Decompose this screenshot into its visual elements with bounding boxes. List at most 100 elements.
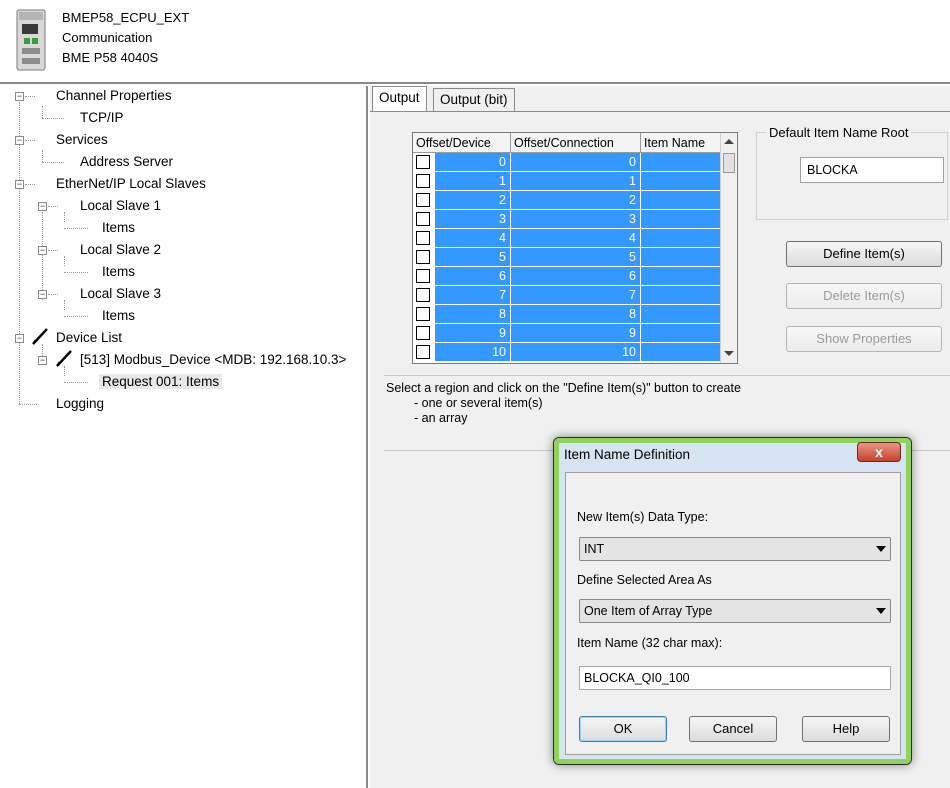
offset-connection-cell[interactable]: 0 [511, 153, 641, 172]
item-name-cell[interactable] [641, 324, 721, 343]
help-button[interactable]: Help [802, 716, 890, 742]
item-name-cell[interactable] [641, 172, 721, 191]
default-item-name-root-input[interactable]: BLOCKA [800, 157, 944, 183]
offset-connection-cell[interactable]: 3 [511, 210, 641, 229]
row-checkbox[interactable] [416, 250, 430, 264]
row-checkbox[interactable] [416, 231, 430, 245]
row-checkbox[interactable] [416, 307, 430, 321]
scroll-down-icon[interactable] [724, 351, 734, 356]
collapse-toggle-local-slaves[interactable]: − [15, 180, 24, 189]
table-row[interactable]: 10 10 [413, 343, 721, 362]
tree-item-request-001[interactable]: Request 001: Items [99, 372, 223, 392]
tree-item-address-server[interactable]: Address Server [80, 152, 173, 172]
item-name-cell[interactable] [641, 191, 721, 210]
offset-connection-cell[interactable]: 7 [511, 286, 641, 305]
offset-connection-cell[interactable]: 6 [511, 267, 641, 286]
tree-item-device-list[interactable]: Device List [56, 328, 122, 348]
item-name-cell[interactable] [641, 343, 721, 362]
tree-item-local-slave-1-items[interactable]: Items [102, 218, 135, 238]
tab-output-bit[interactable]: Output (bit) [433, 88, 515, 112]
collapse-toggle-local-slave-1[interactable]: − [38, 202, 47, 211]
row-checkbox[interactable] [416, 193, 430, 207]
close-icon[interactable]: x [857, 442, 901, 462]
scroll-up-icon[interactable] [724, 139, 734, 144]
offset-device-cell[interactable]: 8 [435, 305, 511, 324]
offset-connection-cell[interactable]: 8 [511, 305, 641, 324]
table-row[interactable]: 99 [413, 324, 721, 343]
scrollbar-thumb[interactable] [723, 153, 735, 173]
tree-item-logging[interactable]: Logging [56, 394, 104, 414]
item-name-cell[interactable] [641, 267, 721, 286]
tree-item-modbus-device[interactable]: [513] Modbus_Device <MDB: 192.168.10.3> [80, 350, 346, 370]
item-name-cell[interactable] [641, 286, 721, 305]
item-name-cell[interactable] [641, 153, 721, 172]
offset-device-cell[interactable]: 4 [435, 229, 511, 248]
column-header-offset-device[interactable]: Offset/Device [413, 133, 511, 153]
table-row[interactable]: 22 [413, 191, 721, 210]
offset-connection-cell[interactable]: 2 [511, 191, 641, 210]
row-checkbox[interactable] [416, 269, 430, 283]
row-checkbox[interactable] [416, 345, 430, 359]
item-name-cell[interactable] [641, 210, 721, 229]
row-checkbox[interactable] [416, 326, 430, 340]
table-row[interactable]: 11 [413, 172, 721, 191]
offset-device-cell[interactable]: 7 [435, 286, 511, 305]
ok-button[interactable]: OK [579, 716, 667, 742]
item-name-cell[interactable] [641, 248, 721, 267]
table-row[interactable]: 00 [413, 153, 721, 172]
tree-item-local-slave-2-items[interactable]: Items [102, 262, 135, 282]
tree-item-local-slave-2[interactable]: Local Slave 2 [80, 240, 161, 260]
column-header-offset-connection[interactable]: Offset/Connection [511, 133, 641, 153]
row-checkbox[interactable] [416, 174, 430, 188]
table-row[interactable]: 33 [413, 210, 721, 229]
item-name-input[interactable]: BLOCKA_QI0_100 [579, 666, 891, 690]
delete-items-button[interactable]: Delete Item(s) [786, 283, 942, 309]
table-row[interactable]: 88 [413, 305, 721, 324]
configuration-tree[interactable]: − Channel Properties TCP/IP − Services A… [0, 86, 368, 788]
tree-item-local-slave-3-items[interactable]: Items [102, 306, 135, 326]
row-checkbox[interactable] [416, 212, 430, 226]
grid-scrollbar[interactable] [720, 133, 737, 363]
offset-connection-cell[interactable]: 1 [511, 172, 641, 191]
cancel-button[interactable]: Cancel [689, 716, 777, 742]
tree-item-local-slave-1[interactable]: Local Slave 1 [80, 196, 161, 216]
offset-device-cell[interactable]: 10 [435, 343, 511, 362]
offset-device-cell[interactable]: 5 [435, 248, 511, 267]
offset-connection-cell[interactable]: 9 [511, 324, 641, 343]
data-type-select[interactable]: INT [579, 537, 891, 561]
table-row[interactable]: 66 [413, 267, 721, 286]
table-row[interactable]: 77 [413, 286, 721, 305]
collapse-toggle-local-slave-2[interactable]: − [38, 246, 47, 255]
items-grid[interactable]: Offset/Device Offset/Connection Item Nam… [412, 132, 738, 364]
define-items-button[interactable]: Define Item(s) [786, 241, 942, 267]
offset-device-cell[interactable]: 6 [435, 267, 511, 286]
table-row[interactable]: 55 [413, 248, 721, 267]
define-area-select[interactable]: One Item of Array Type [579, 599, 891, 623]
column-header-item-name[interactable]: Item Name [641, 133, 721, 153]
tree-item-channel-properties[interactable]: Channel Properties [56, 86, 172, 106]
collapse-toggle-modbus-device[interactable]: − [38, 356, 47, 365]
tree-item-local-slave-3[interactable]: Local Slave 3 [80, 284, 161, 304]
collapse-toggle-channel-properties[interactable]: − [15, 92, 24, 101]
offset-device-cell[interactable]: 2 [435, 191, 511, 210]
offset-connection-cell[interactable]: 5 [511, 248, 641, 267]
item-name-cell[interactable] [641, 229, 721, 248]
row-checkbox[interactable] [416, 155, 430, 169]
tab-output[interactable]: Output [372, 86, 427, 112]
offset-device-cell[interactable]: 0 [435, 153, 511, 172]
collapse-toggle-device-list[interactable]: − [15, 334, 24, 343]
offset-device-cell[interactable]: 9 [435, 324, 511, 343]
show-properties-button[interactable]: Show Properties [786, 326, 942, 352]
offset-device-cell[interactable]: 3 [435, 210, 511, 229]
offset-device-cell[interactable]: 1 [435, 172, 511, 191]
offset-connection-cell[interactable]: 10 [511, 343, 641, 362]
tree-item-local-slaves[interactable]: EtherNet/IP Local Slaves [56, 174, 206, 194]
table-row[interactable]: 44 [413, 229, 721, 248]
collapse-toggle-services[interactable]: − [15, 136, 24, 145]
item-name-cell[interactable] [641, 305, 721, 324]
row-checkbox[interactable] [416, 288, 430, 302]
tree-item-tcpip[interactable]: TCP/IP [80, 108, 124, 128]
tree-item-services[interactable]: Services [56, 130, 108, 150]
offset-connection-cell[interactable]: 4 [511, 229, 641, 248]
collapse-toggle-local-slave-3[interactable]: − [38, 290, 47, 299]
